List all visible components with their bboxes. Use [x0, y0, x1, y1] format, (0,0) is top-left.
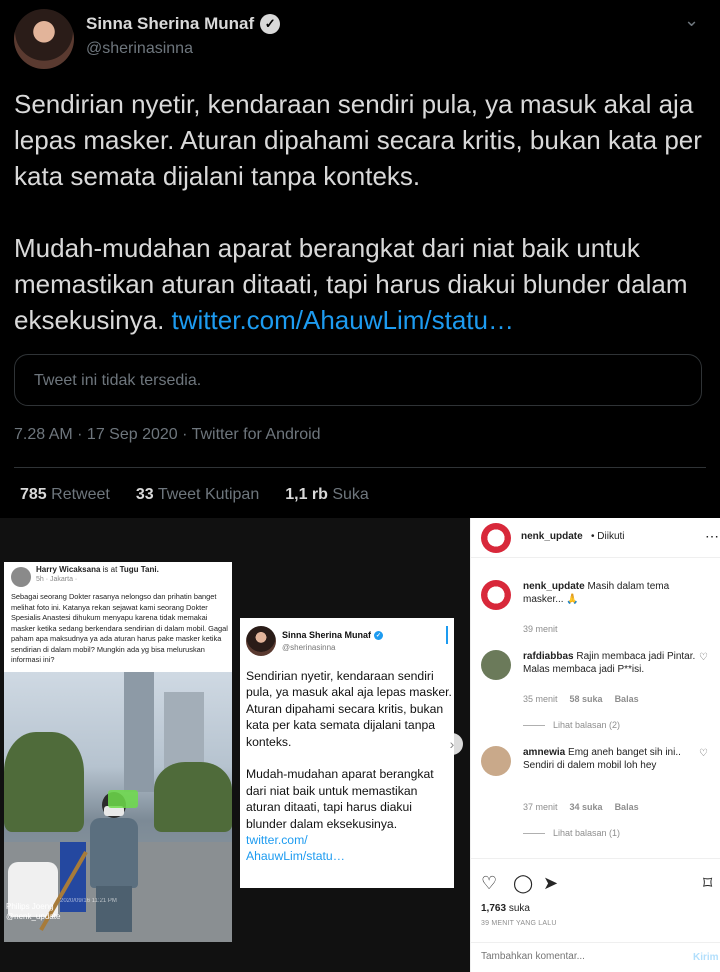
more-options-icon[interactable]: ⋯ — [705, 528, 719, 545]
tweet-panel: Sinna Sherina Munaf ✓ @sherinasinna ⌄ Se… — [0, 0, 720, 518]
quote-label: Tweet Kutipan — [157, 486, 260, 503]
tweet-body: Sendirian nyetir, kendaraan sendiri pula… — [14, 89, 702, 335]
fb-location-prefix: is at — [102, 565, 118, 574]
replies-dash — [523, 724, 545, 726]
post-image[interactable]: Harry Wicaksana is at Tugu Tani. 5h · Ja… — [0, 518, 470, 972]
comment-text: amnewia Emg aneh banget sih ini.. Sendir… — [523, 746, 703, 772]
tree — [4, 732, 84, 832]
verified-icon: ✓ — [260, 14, 281, 34]
watermark-handle: @nenk_update — [6, 912, 61, 921]
commenter-avatar[interactable] — [481, 746, 511, 776]
chevron-down-icon[interactable]: ⌄ — [684, 10, 699, 31]
tweet-card-text: Sendirian nyetir, kendaraan sendiri pula… — [246, 668, 452, 865]
comment-time[interactable]: 35 menit — [523, 694, 558, 704]
tweet-card-handle: @sherinasinna — [282, 643, 336, 652]
fb-time: 5h · Jakarta · — [36, 576, 78, 583]
carousel-next-icon[interactable]: › — [441, 733, 463, 755]
reply-button[interactable]: Balas — [615, 694, 639, 704]
author-handle[interactable]: @sherinasinna — [86, 40, 193, 58]
tweet-stats: 785 Retweet 33 Tweet Kutipan 1,1 rb Suka — [20, 486, 369, 504]
share-icon[interactable]: ➤ — [543, 873, 558, 894]
comment-username[interactable]: rafdiabbas — [523, 651, 574, 662]
tree — [154, 762, 232, 832]
quoted-tweet-unavailable: Tweet ini tidak tersedia. — [14, 354, 702, 406]
facebook-post-card: Harry Wicaksana is at Tugu Tani. 5h · Ja… — [4, 562, 232, 942]
caption-meta: 39 menit — [523, 624, 558, 634]
comment-meta: 35 menit 58 suka Balas — [523, 694, 639, 704]
like-heart-icon[interactable]: ♡ — [481, 873, 497, 894]
likes-count[interactable]: 1,763 suka — [481, 903, 530, 914]
post-actions: ♡ ◯ ➤ ⌑ 1,763 suka 39 MENIT YANG LALU — [471, 858, 720, 928]
tweet-screenshot-card: Sinna Sherina Munaf ✓ @sherinasinna Send… — [240, 618, 454, 888]
tweet-card-name-row: Sinna Sherina Munaf ✓ — [282, 630, 384, 640]
tweet-card-body: Sendirian nyetir, kendaraan sendiri pula… — [246, 669, 452, 831]
tweet-timestamp[interactable]: 7.28 AM · 17 Sep 2020 · Twitter for Andr… — [14, 426, 321, 444]
reply-button[interactable]: Balas — [615, 802, 639, 812]
retweet-stat[interactable]: 785 Retweet — [20, 486, 110, 504]
fb-author-name: Harry Wicaksana — [36, 565, 101, 574]
save-bookmark-icon[interactable]: ⌑ — [703, 873, 712, 894]
like-count: 1,1 rb — [285, 486, 328, 503]
replies-dash — [523, 832, 545, 834]
post-header: nenk_update • Diikuti ⋯ — [471, 518, 720, 558]
post-comment-button[interactable]: Kirim — [693, 952, 719, 963]
poster-avatar[interactable] — [481, 523, 511, 553]
photo-date: 2020/09/16 11:21 PM — [60, 898, 117, 904]
like-stat[interactable]: 1,1 rb Suka — [285, 486, 369, 504]
comment-meta: 37 menit 34 suka Balas — [523, 802, 639, 812]
quote-count: 33 — [135, 486, 154, 503]
tweet-card-name: Sinna Sherina Munaf — [282, 630, 372, 640]
comment-time[interactable]: 37 menit — [523, 802, 558, 812]
fb-location: Tugu Tani. — [119, 565, 159, 574]
follow-status[interactable]: • Diikuti — [591, 531, 625, 542]
caption-avatar[interactable] — [481, 580, 511, 610]
person-sweeping — [39, 792, 144, 932]
likes-label: suka — [508, 903, 530, 914]
posted-time[interactable]: 39 MENIT YANG LALU — [481, 920, 557, 927]
tweet-card-link: twitter.com/ AhauwLim/statu… — [246, 833, 345, 864]
post-sidebar: nenk_update • Diikuti ⋯ nenk_update Masi… — [470, 518, 720, 972]
fb-avatar — [11, 567, 31, 587]
view-replies[interactable]: Lihat balasan (1) — [523, 828, 620, 838]
tweet-link[interactable]: twitter.com/AhauwLim/statu… — [172, 305, 514, 335]
censor-blur — [108, 790, 138, 808]
twitter-bird-icon — [446, 626, 448, 644]
tweet-card-avatar — [246, 626, 276, 656]
comment-input[interactable] — [481, 951, 671, 962]
fb-author: Harry Wicaksana is at Tugu Tani. — [36, 565, 159, 574]
view-replies-label: Lihat balasan (2) — [553, 720, 621, 730]
poster-username[interactable]: nenk_update — [521, 531, 583, 542]
likes-number: 1,763 — [481, 903, 507, 914]
instagram-post: Harry Wicaksana is at Tugu Tani. 5h · Ja… — [0, 518, 720, 972]
author-avatar[interactable] — [14, 9, 74, 69]
comment-likes[interactable]: 34 suka — [570, 802, 603, 812]
retweet-label: Retweet — [51, 486, 110, 503]
tweet-text: Sendirian nyetir, kendaraan sendiri pula… — [14, 86, 704, 338]
heart-icon[interactable]: ♡ — [699, 652, 708, 663]
caption-text: nenk_update Masih dalam tema masker... 🙏 — [523, 580, 703, 606]
author-name[interactable]: Sinna Sherina Munaf — [86, 14, 254, 34]
comment-username[interactable]: amnewia — [523, 747, 565, 758]
photo-credit: Philips Joeng — [6, 902, 54, 911]
heart-icon[interactable]: ♡ — [699, 748, 708, 759]
view-replies[interactable]: Lihat balasan (2) — [523, 720, 620, 730]
verified-icon: ✓ — [374, 630, 384, 640]
building — [124, 672, 154, 792]
caption-username[interactable]: nenk_update — [523, 581, 585, 592]
like-label: Suka — [332, 486, 369, 503]
author-name-row[interactable]: Sinna Sherina Munaf ✓ — [86, 14, 281, 34]
divider — [14, 467, 706, 468]
retweet-count: 785 — [20, 486, 47, 503]
person-legs — [96, 886, 132, 932]
fb-text: Sebagai seorang Dokter rasanya nelongso … — [11, 592, 228, 664]
comment-text: rafdiabbas Rajin membaca jadi Pintar. Ma… — [523, 650, 703, 676]
caption-time[interactable]: 39 menit — [523, 624, 558, 634]
comment-box: Kirim — [471, 942, 720, 972]
view-replies-label: Lihat balasan (1) — [553, 828, 621, 838]
comment-icon[interactable]: ◯ — [513, 873, 533, 894]
comment-likes[interactable]: 58 suka — [570, 694, 603, 704]
person-body — [90, 818, 138, 888]
commenter-avatar[interactable] — [481, 650, 511, 680]
quote-stat[interactable]: 33 Tweet Kutipan — [136, 486, 259, 504]
